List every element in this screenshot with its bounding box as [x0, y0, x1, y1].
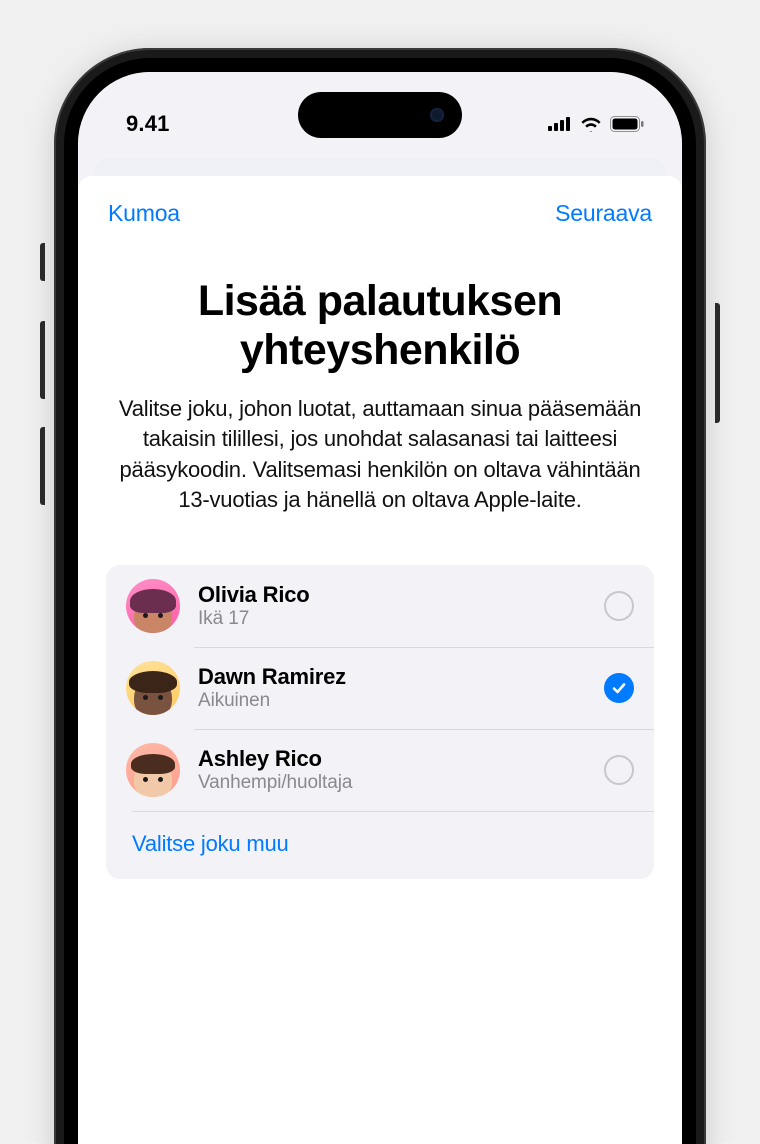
choose-other-button[interactable]: Valitse joku muu [132, 831, 289, 857]
contact-name: Ashley Rico [198, 746, 604, 772]
contact-name: Dawn Ramirez [198, 664, 604, 690]
page-description: Valitse joku, johon luotat, auttamaan si… [106, 394, 654, 515]
radio-unchecked-icon [604, 755, 634, 785]
modal-sheet: Kumoa Seuraava Lisää palautuksen yhteysh… [78, 176, 682, 1144]
avatar [126, 579, 180, 633]
nav-bar: Kumoa Seuraava [106, 176, 654, 237]
page-title-line1: Lisää palautuksen [198, 277, 562, 325]
contact-row-olivia[interactable]: Olivia Rico Ikä 17 [106, 565, 654, 647]
next-button[interactable]: Seuraava [555, 200, 652, 227]
contact-subtitle: Aikuinen [198, 690, 604, 712]
cancel-button[interactable]: Kumoa [108, 200, 180, 227]
contact-subtitle: Ikä 17 [198, 608, 604, 630]
contact-row-dawn[interactable]: Dawn Ramirez Aikuinen [106, 647, 654, 729]
phone-side-buttons-left [40, 243, 45, 533]
contact-name: Olivia Rico [198, 582, 604, 608]
avatar [126, 743, 180, 797]
page-title: Lisää palautuksen yhteyshenkilö [106, 277, 654, 376]
status-icons [548, 116, 644, 132]
dynamic-island [298, 92, 462, 138]
phone-side-button-right [715, 303, 720, 423]
contact-subtitle: Vanhempi/huoltaja [198, 772, 604, 794]
contact-list: Olivia Rico Ikä 17 [106, 565, 654, 879]
page-title-line2: yhteyshenkilö [240, 326, 520, 374]
contact-row-ashley[interactable]: Ashley Rico Vanhempi/huoltaja [106, 729, 654, 811]
front-camera [430, 108, 444, 122]
radio-unchecked-icon [604, 591, 634, 621]
choose-other-row[interactable]: Valitse joku muu [106, 811, 654, 879]
checkmark-icon [611, 680, 627, 696]
avatar [126, 661, 180, 715]
cellular-icon [548, 117, 572, 131]
radio-checked-icon [604, 673, 634, 703]
phone-frame: 9.41 [54, 48, 706, 1144]
screen: 9.41 [78, 72, 682, 1144]
wifi-icon [580, 116, 602, 132]
status-time: 9.41 [126, 111, 170, 137]
battery-icon [610, 116, 644, 132]
